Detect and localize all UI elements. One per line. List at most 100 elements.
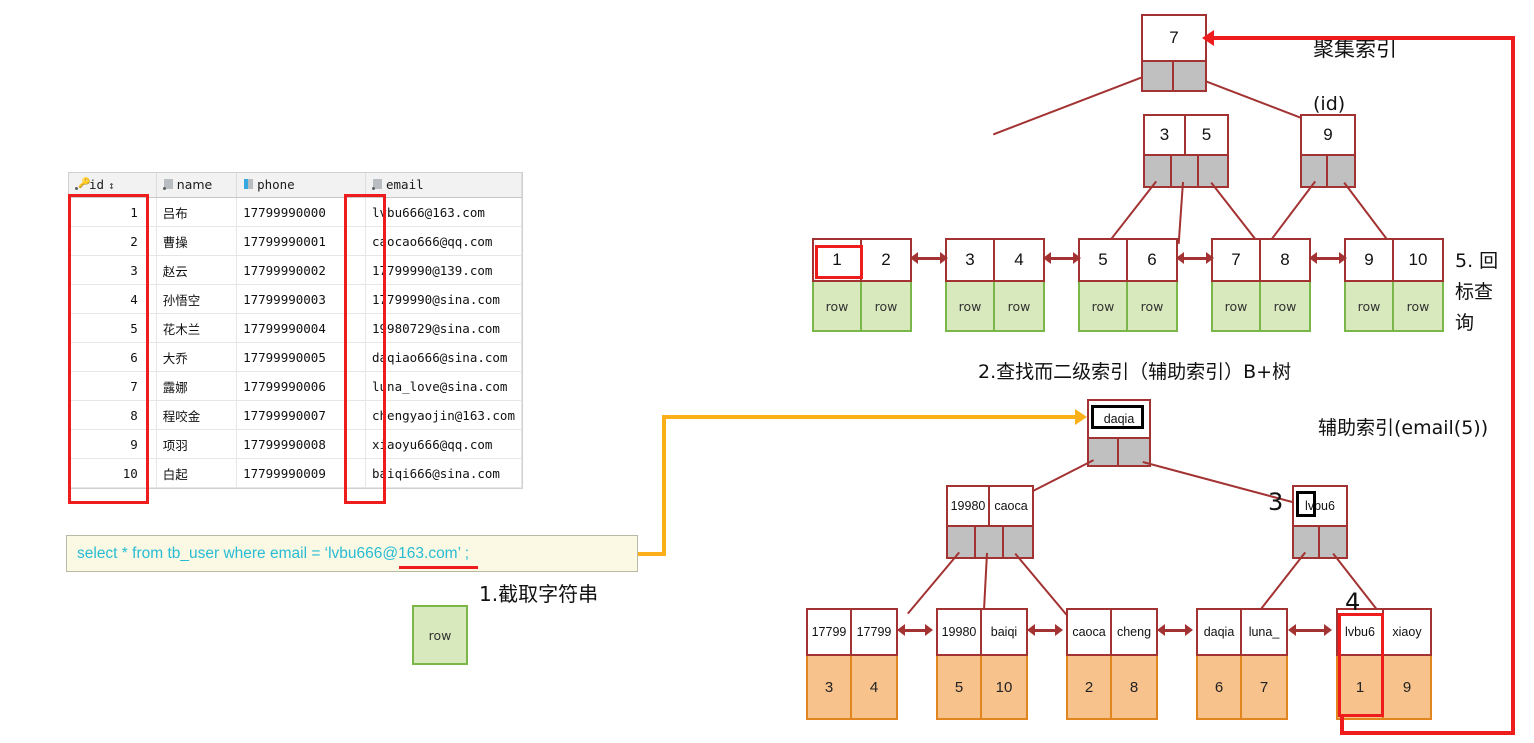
node-key: 3 [947,240,995,280]
row-cell: row [995,282,1043,330]
cell-email: chengyaojin@163.com [365,400,522,430]
sql-prefix-underline [399,566,478,569]
column-header-id-label: id [89,177,105,192]
leaf-link-arrow [1288,624,1332,636]
row-cell: row [862,282,910,330]
clustered-leaf-5: 9 10 row row [1344,238,1444,332]
id-cell: 6 [1198,656,1242,718]
tree-edge [982,552,988,615]
secondary-internal-node-left: 19980 caoca [946,485,1034,559]
red-path-arrowhead [1202,30,1214,46]
node-key: daqia [1198,610,1242,654]
node-key: 7 [1143,16,1205,60]
id-cell: 2 [1068,656,1112,718]
clustered-leaf-2: 3 4 row row [945,238,1045,332]
red-path-segment-right-vertical [1511,36,1515,735]
column-icon [162,179,174,190]
secondary-index-label: 辅助索引(email(5)) [1318,417,1489,439]
step1-label: 1.截取字符串 [479,582,599,606]
node-key: 19980 [938,610,982,654]
leaf-link-arrow [1309,252,1347,264]
clustered-leaf-3: 5 6 row row [1078,238,1178,332]
tree-edge [1256,551,1306,615]
orange-path-segment-horizontal-top [662,415,1077,419]
cell-name: 吕布 [156,197,238,227]
id-cell: 9 [1384,656,1430,718]
cell-name: 白起 [156,458,238,488]
node-key: baiqi [982,610,1026,654]
cell-name: 程咬金 [156,400,238,430]
leaf-link-arrow [1157,624,1193,636]
clustered-internal-node-left: 3 5 [1143,114,1229,188]
leaf-link-arrow [897,624,933,636]
node-key: 7 [1213,240,1261,280]
sort-indicator-icon[interactable]: ↕ [108,179,115,192]
id-cell: 5 [938,656,982,718]
id-cell: 4 [852,656,896,718]
cell-email: daqiao666@sina.com [365,342,522,372]
row-cell: row [1213,282,1261,330]
id-cell: 3 [808,656,852,718]
highlight-box-email-column [344,194,386,504]
leaf-link-arrow [1176,252,1214,264]
step2-label: 2.查找而二级索引（辅助索引）B+树 [978,361,1292,383]
row-cell: row [814,282,862,330]
node-key: luna_ [1242,610,1286,654]
step4-label: 4 [1345,588,1361,616]
column-icon [243,179,254,190]
red-path-segment-bottom [1340,731,1515,735]
node-key: 5 [1186,116,1227,154]
node-key: cheng [1112,610,1156,654]
node-key: 9 [1346,240,1394,280]
node-key: 17799 [852,610,896,654]
column-header-name-label: name [176,177,213,192]
row-cell: row [1128,282,1176,330]
row-cell: row [1261,282,1309,330]
node-key: 4 [995,240,1043,280]
node-key: 2 [862,240,910,280]
node-key: 19980 [948,487,990,525]
highlight-box-id-column [68,194,149,504]
step5-line-1: 5. 回 [1455,250,1499,272]
clustered-internal-node-right: 9 [1300,114,1356,188]
highlight-box-secondary-leaf-entry [1338,613,1384,717]
leaf-link-arrow [1043,252,1081,264]
step3-label: 3 [1268,488,1284,516]
row-cell: row [1346,282,1394,330]
clustered-leaf-4: 7 8 row row [1211,238,1311,332]
clustered-index-sublabel: (id) [1313,93,1346,115]
secondary-leaf-2: 19980 baiqi 5 10 [936,608,1028,720]
orange-path-segment-vertical [662,415,666,556]
leaf-link-arrow [1027,624,1063,636]
secondary-leaf-3: caoca cheng 2 8 [1066,608,1158,720]
cell-name: 项羽 [156,429,238,459]
column-header-email[interactable]: email [365,173,522,198]
highlight-box-secondary-internal-key [1296,491,1316,517]
cell-email: 17799990@139.com [365,255,522,285]
node-key: caoca [1068,610,1112,654]
node-key: caoca [990,487,1032,525]
node-key: 3 [1145,116,1186,154]
cell-email: lvbu666@163.com [365,197,522,227]
step5-line-3: 询 [1455,312,1475,334]
cell-email: 17799990@sina.com [365,284,522,314]
standalone-row-box: row [412,605,468,665]
leaf-link-arrow [910,252,948,264]
orange-path-arrowhead [1075,409,1087,425]
column-header-name[interactable]: name [156,173,238,198]
id-cell: 10 [982,656,1026,718]
tree-edge [907,551,960,615]
cell-email: xiaoyu666@qq.com [365,429,522,459]
column-icon [372,179,383,190]
step5-label: 5. 回 标查 询 [1455,246,1503,339]
secondary-leaf-4: daqia luna_ 6 7 [1196,608,1288,720]
clustered-root-node: 7 [1141,14,1207,92]
highlight-box-clustered-id-1 [815,245,863,279]
node-key: 8 [1261,240,1309,280]
red-path-segment-top [1214,36,1515,40]
column-header-email-label: email [386,177,424,192]
primary-key-icon: 🔑 [75,179,90,190]
row-cell: row [414,607,466,663]
cell-name: 花木兰 [156,313,238,343]
id-cell: 7 [1242,656,1286,718]
